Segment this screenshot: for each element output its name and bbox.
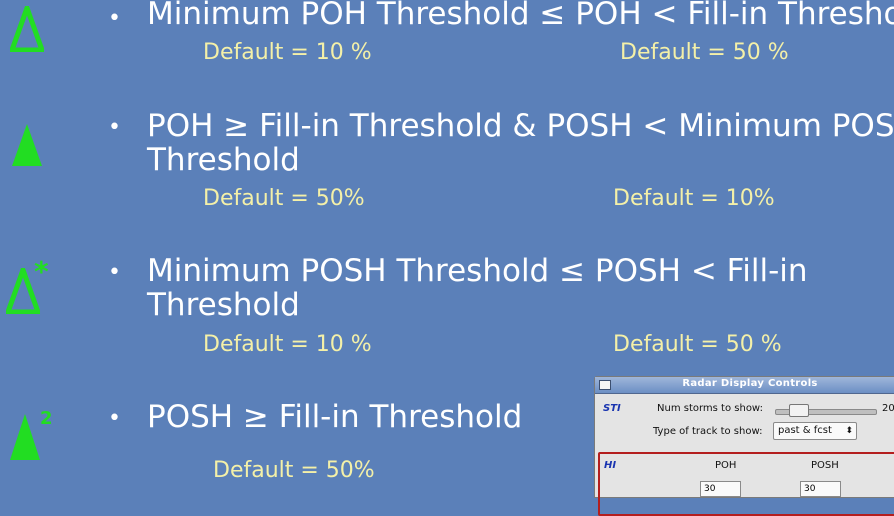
- default-left: Default = 50%: [203, 186, 365, 211]
- sti-section-label: STI: [603, 403, 621, 414]
- symbol-superscript: 2: [40, 408, 53, 429]
- condition-text: Minimum POH Threshold ≤ POH < Fill-in Th…: [147, 0, 894, 32]
- num-storms-value: 20: [882, 403, 894, 414]
- bullet: •: [108, 260, 121, 285]
- hi-section: [598, 452, 894, 516]
- radar-display-controls-window: Radar Display Controls STI Num storms to…: [594, 376, 894, 516]
- default-right: Default = 10%: [613, 186, 775, 211]
- posh-column-header: POSH: [811, 460, 839, 471]
- condition-text-line1: Minimum POSH Threshold ≤ POSH < Fill-in: [147, 253, 808, 289]
- window-title: Radar Display Controls: [682, 378, 818, 389]
- condition-text-line1: POH ≥ Fill-in Threshold & POSH < Minimum…: [147, 108, 894, 144]
- open-triangle-icon: [10, 6, 44, 52]
- track-type-value: past & fcst: [778, 425, 832, 436]
- hi-section-label: HI: [604, 460, 617, 471]
- default-left: Default = 10 %: [203, 332, 372, 357]
- filled-triangle-icon: [12, 124, 42, 166]
- bullet: •: [108, 6, 121, 31]
- bullet: •: [108, 115, 121, 140]
- filled-triangle-icon: [10, 414, 40, 460]
- condition-text-line2: Threshold: [147, 287, 300, 323]
- condition-text-line2: Threshold: [147, 142, 300, 178]
- track-type-select[interactable]: past & fcst ⬍: [773, 422, 857, 440]
- bullet: •: [108, 406, 121, 431]
- select-arrows-icon: ⬍: [845, 426, 853, 436]
- posh-min-value: 30: [804, 484, 816, 494]
- condition-text: POSH ≥ Fill-in Threshold: [147, 399, 523, 435]
- poh-min-spinner[interactable]: 30: [700, 481, 741, 497]
- poh-min-value: 30: [704, 484, 716, 494]
- num-storms-label: Num storms to show:: [657, 403, 763, 414]
- default-left: Default = 50%: [213, 458, 375, 483]
- num-storms-slider-handle[interactable]: [789, 404, 809, 417]
- track-type-label: Type of track to show:: [653, 426, 763, 437]
- default-left: Default = 10 %: [203, 40, 372, 65]
- posh-min-spinner[interactable]: 30: [800, 481, 841, 497]
- default-right: Default = 50 %: [613, 332, 782, 357]
- poh-column-header: POH: [715, 460, 737, 471]
- window-titlebar[interactable]: Radar Display Controls: [595, 377, 894, 394]
- default-right: Default = 50 %: [620, 40, 789, 65]
- symbol-superscript: *: [34, 255, 49, 288]
